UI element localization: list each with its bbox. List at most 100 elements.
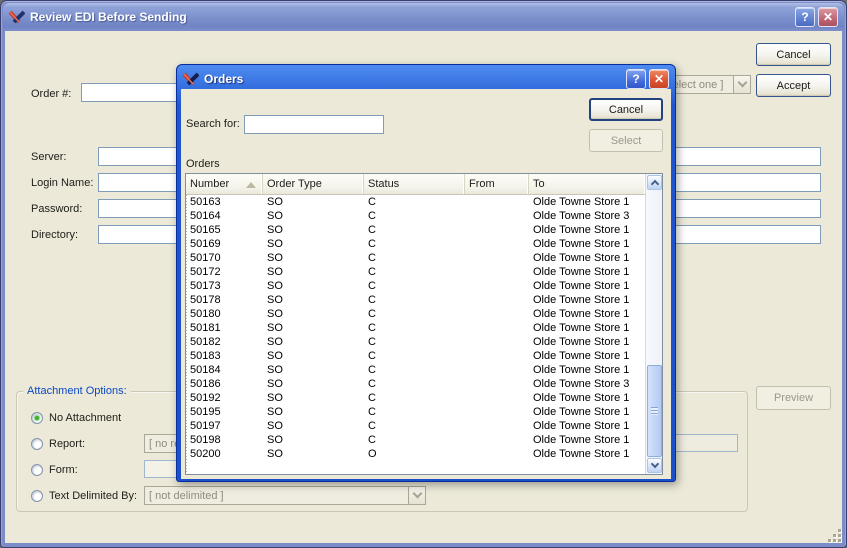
cell-status: C <box>368 294 376 306</box>
radio-text-delimited[interactable] <box>31 490 43 502</box>
cell-from <box>465 335 529 349</box>
form-label: Form: <box>49 464 78 476</box>
cell-to: Olde Towne Store 3 <box>533 210 630 222</box>
table-row[interactable]: 50192 SO C Olde Towne Store 1 <box>186 391 645 405</box>
app-logo-icon <box>183 72 199 85</box>
cell-number: 50172 <box>190 266 221 278</box>
cell-order-type: SO <box>267 350 283 362</box>
table-row[interactable]: 50181 SO C Olde Towne Store 1 <box>186 321 645 335</box>
table-row[interactable]: 50165 SO C Olde Towne Store 1 <box>186 223 645 237</box>
cell-status: C <box>368 238 376 250</box>
cell-status: C <box>368 392 376 404</box>
table-row[interactable]: 50180 SO C Olde Towne Store 1 <box>186 307 645 321</box>
cell-number: 50183 <box>190 350 221 362</box>
accept-button[interactable]: Accept <box>756 74 831 97</box>
cell-from <box>465 307 529 321</box>
orders-table: Number Order Type Status From To 50163 SO… <box>185 173 663 475</box>
table-row[interactable]: 50184 SO C Olde Towne Store 1 <box>186 363 645 377</box>
cell-from <box>465 377 529 391</box>
password-label: Password: <box>31 203 83 215</box>
cancel-button[interactable]: Cancel <box>756 43 831 66</box>
resize-grip[interactable] <box>828 529 841 542</box>
close-icon[interactable]: ✕ <box>818 7 838 27</box>
dialog-select-button[interactable]: Select <box>589 129 663 152</box>
cell-order-type: SO <box>267 294 283 306</box>
radio-form[interactable] <box>31 464 43 476</box>
cell-to: Olde Towne Store 1 <box>533 336 630 348</box>
help-icon[interactable]: ? <box>626 68 646 89</box>
cell-status: C <box>368 350 376 362</box>
directory-label: Directory: <box>31 229 79 241</box>
cell-order-type: SO <box>267 322 283 334</box>
table-row[interactable]: 50200 SO O Olde Towne Store 1 <box>186 447 645 461</box>
cell-to: Olde Towne Store 1 <box>533 252 630 264</box>
order-number-input[interactable] <box>81 83 186 102</box>
cell-number: 50169 <box>190 238 221 250</box>
radio-no-attachment[interactable] <box>31 412 43 424</box>
table-row[interactable]: 50173 SO C Olde Towne Store 1 <box>186 279 645 293</box>
orders-titlebar[interactable]: Orders ? ✕ <box>181 68 671 89</box>
cell-to: Olde Towne Store 1 <box>533 420 630 432</box>
cell-order-type: SO <box>267 280 283 292</box>
close-icon[interactable]: ✕ <box>649 68 669 89</box>
table-row[interactable]: 50163 SO C Olde Towne Store 1 <box>186 195 645 209</box>
table-row[interactable]: 50198 SO C Olde Towne Store 1 <box>186 433 645 447</box>
cell-status: C <box>368 406 376 418</box>
table-row[interactable]: 50183 SO C Olde Towne Store 1 <box>186 349 645 363</box>
preview-button[interactable]: Preview <box>756 386 831 410</box>
cell-order-type: SO <box>267 420 283 432</box>
main-titlebar[interactable]: Review EDI Before Sending ? ✕ <box>3 3 844 31</box>
column-header-from[interactable]: From <box>465 174 529 194</box>
table-row[interactable]: 50170 SO C Olde Towne Store 1 <box>186 251 645 265</box>
cell-to: Olde Towne Store 1 <box>533 196 630 208</box>
table-row[interactable]: 50169 SO C Olde Towne Store 1 <box>186 237 645 251</box>
table-row[interactable]: 50172 SO C Olde Towne Store 1 <box>186 265 645 279</box>
cell-status: C <box>368 280 376 292</box>
help-icon[interactable]: ? <box>795 7 815 27</box>
orders-dialog-title: Orders <box>204 71 244 86</box>
table-row[interactable]: 50178 SO C Olde Towne Store 1 <box>186 293 645 307</box>
scroll-up-icon[interactable] <box>647 175 662 190</box>
cell-number: 50170 <box>190 252 221 264</box>
table-row[interactable]: 50164 SO C Olde Towne Store 3 <box>186 209 645 223</box>
table-row[interactable]: 50195 SO C Olde Towne Store 1 <box>186 405 645 419</box>
orders-table-header: Number Order Type Status From To <box>186 174 645 195</box>
login-name-label: Login Name: <box>31 177 94 189</box>
attachment-options-caption: Attachment Options: <box>23 385 131 397</box>
search-input[interactable] <box>244 115 384 134</box>
cell-number: 50163 <box>190 196 221 208</box>
orders-client-area: Search for: Cancel Select Orders Number … <box>181 89 671 479</box>
cell-from <box>465 293 529 307</box>
column-header-number[interactable]: Number <box>186 174 263 194</box>
cell-to: Olde Towne Store 3 <box>533 378 630 390</box>
column-header-order-type[interactable]: Order Type <box>263 174 364 194</box>
dialog-cancel-button[interactable]: Cancel <box>589 98 663 121</box>
scroll-down-icon[interactable] <box>647 458 662 473</box>
order-number-label: Order #: <box>31 88 72 100</box>
cell-to: Olde Towne Store 1 <box>533 280 630 292</box>
cell-to: Olde Towne Store 1 <box>533 406 630 418</box>
cell-from <box>465 195 529 209</box>
table-row[interactable]: 50182 SO C Olde Towne Store 1 <box>186 335 645 349</box>
orders-table-body: 50163 SO C Olde Towne Store 1 50164 SO C Olde T… <box>186 195 645 474</box>
cell-order-type: SO <box>267 210 283 222</box>
column-header-to[interactable]: To <box>529 174 645 194</box>
cell-order-type: SO <box>267 434 283 446</box>
orders-dialog: Orders ? ✕ Search for: Cancel Select Ord… <box>176 64 676 482</box>
column-header-status[interactable]: Status <box>364 174 465 194</box>
cell-from <box>465 223 529 237</box>
cell-from <box>465 209 529 223</box>
window-title: Review EDI Before Sending <box>30 10 187 24</box>
table-row[interactable]: 50197 SO C Olde Towne Store 1 <box>186 419 645 433</box>
scrollbar-thumb[interactable] <box>647 365 662 457</box>
cell-number: 50181 <box>190 322 221 334</box>
sort-ascending-icon <box>246 182 256 188</box>
cell-status: C <box>368 336 376 348</box>
delimiter-combobox[interactable]: [ not delimited ] <box>144 486 426 505</box>
no-attachment-label: No Attachment <box>49 412 122 424</box>
table-row[interactable]: 50186 SO C Olde Towne Store 3 <box>186 377 645 391</box>
vertical-scrollbar[interactable] <box>645 174 662 474</box>
cell-from <box>465 419 529 433</box>
radio-report[interactable] <box>31 438 43 450</box>
orders-list-label: Orders <box>186 158 220 170</box>
